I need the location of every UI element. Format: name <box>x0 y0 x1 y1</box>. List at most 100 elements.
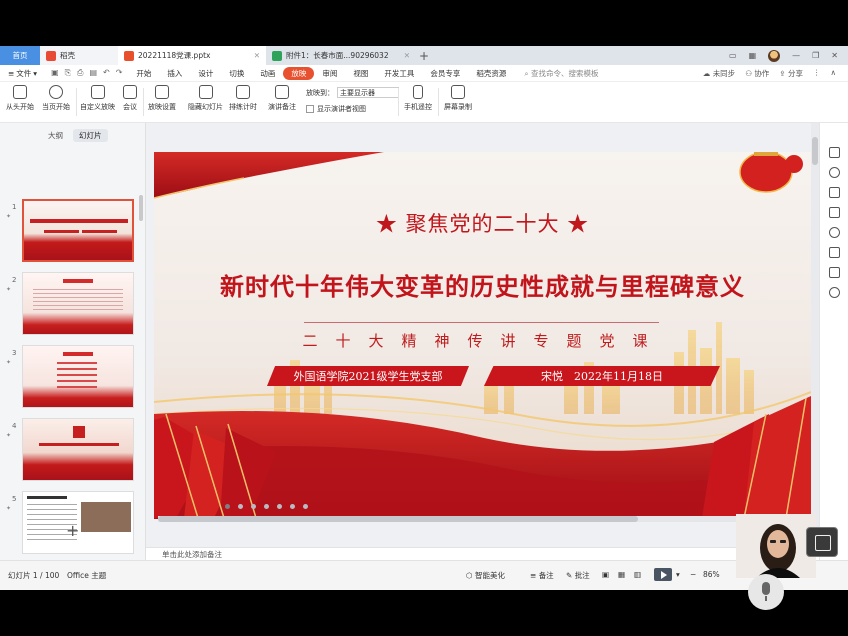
slide-1[interactable]: ★ 聚焦党的二十大 ★ 新时代十年伟大变革的历史性成就与里程碑意义 二十大精神传… <box>154 152 811 519</box>
more-icon[interactable]: ⋮ <box>813 68 821 79</box>
slide-thumbnail-row[interactable]: 2 ✦ <box>0 272 146 338</box>
help-icon[interactable] <box>829 227 840 238</box>
location-icon[interactable] <box>829 287 840 298</box>
notes-field[interactable]: 单击此处添加备注 <box>146 547 819 560</box>
menu-view[interactable]: 视图 <box>345 68 376 79</box>
close-window-icon[interactable]: ✕ <box>831 51 838 60</box>
close-tab-icon[interactable]: ✕ <box>254 51 260 60</box>
pager-dot[interactable] <box>251 504 256 509</box>
adjust-icon[interactable] <box>829 147 840 158</box>
tab-home[interactable]: 首页 <box>0 46 40 65</box>
slideshow-settings-button[interactable]: 放映设置 <box>148 85 176 112</box>
file-menu[interactable]: ≡ 文件 ▾ <box>0 68 45 79</box>
display-dropdown[interactable]: 主要显示器 <box>337 87 399 98</box>
export-icon[interactable]: ⎘ <box>65 68 71 78</box>
slide-thumbnail-row[interactable]: 4 ✦ <box>0 418 146 484</box>
banner-left[interactable]: 外国语学院2021级学生党支部 <box>267 366 469 386</box>
maximize-icon[interactable]: ❐ <box>812 51 819 60</box>
command-search[interactable]: ⌕ 查找命令、搜索模板 <box>524 68 598 79</box>
shape-icon[interactable] <box>829 167 840 178</box>
notes-toggle[interactable]: ≡ 备注 <box>530 570 554 581</box>
avatar[interactable] <box>768 49 781 62</box>
menu-review[interactable]: 审阅 <box>314 68 345 79</box>
tab-outline[interactable]: 大纲 <box>42 129 69 142</box>
phone-remote-button[interactable]: 手机遥控 <box>404 85 432 112</box>
slide-main-title[interactable]: 新时代十年伟大变革的历史性成就与里程碑意义 <box>154 267 811 302</box>
slide-thumbnail-row[interactable]: 3 ✦ <box>0 345 146 411</box>
menu-slideshow[interactable]: 放映 <box>283 66 315 80</box>
print-icon[interactable]: ⎙ <box>77 68 83 78</box>
tab-pptx[interactable]: 20221118党课.pptx ✕ <box>118 46 266 65</box>
menu-insert[interactable]: 插入 <box>159 68 190 79</box>
scrollbar-thumb[interactable] <box>158 516 638 522</box>
cloud-doc-icon[interactable] <box>829 267 840 278</box>
pager-dot[interactable] <box>264 504 269 509</box>
vertical-scrollbar[interactable] <box>811 123 819 547</box>
play-slideshow-button[interactable] <box>654 568 672 581</box>
menu-developer[interactable]: 开发工具 <box>376 68 422 79</box>
slide-thumbnail[interactable] <box>22 199 134 262</box>
presenter-view-checkbox[interactable] <box>306 105 314 113</box>
tab-attachment[interactable]: 附件1：长春市面...90296032 ✕ <box>266 46 416 65</box>
horizontal-scrollbar[interactable] <box>158 516 810 522</box>
sorter-view-icon[interactable]: ▦ <box>618 570 625 579</box>
scrollbar-thumb[interactable] <box>812 137 818 165</box>
banner-right[interactable]: 宋悦 2022年11月18日 <box>484 366 720 386</box>
collapse-ribbon-icon[interactable]: ∧ <box>831 68 837 79</box>
pager-dot[interactable] <box>238 504 243 509</box>
share-button[interactable]: ⇪ 分享 <box>779 68 803 79</box>
save-icon[interactable]: ▣ <box>51 68 59 78</box>
speaker-notes-button[interactable]: 演讲备注 <box>268 85 296 112</box>
menu-member[interactable]: 会员专享 <box>422 68 468 79</box>
from-current-button[interactable]: 当页开始 <box>42 85 70 112</box>
slide-subtitle[interactable]: 二十大精神传讲专题党课 <box>254 330 714 351</box>
normal-view-icon[interactable]: ▣ <box>602 570 609 579</box>
sync-status[interactable]: ☁ 未同步 <box>703 68 735 79</box>
microphone-button[interactable] <box>748 574 784 610</box>
menu-transition[interactable]: 切换 <box>221 68 252 79</box>
presenter-view-toggle[interactable]: 显示演讲者视图 <box>306 104 366 114</box>
tab-docer[interactable]: 稻壳 <box>40 46 118 65</box>
new-tab-button[interactable]: + <box>416 49 432 63</box>
layout-icon[interactable]: ▭ <box>729 51 737 60</box>
add-slide-button[interactable]: + <box>66 521 79 540</box>
image-icon[interactable] <box>829 247 840 258</box>
redo-icon[interactable]: ↷ <box>116 68 123 78</box>
thumbnail-scrollbar[interactable] <box>139 195 143 221</box>
pager-dot[interactable] <box>277 504 282 509</box>
close-tab-icon[interactable]: ✕ <box>404 51 410 60</box>
screen-record-button[interactable]: 屏幕录制 <box>444 85 472 112</box>
zoom-out-icon[interactable]: − <box>690 570 696 579</box>
preview-icon[interactable]: ▤ <box>89 68 97 78</box>
copy-style-icon[interactable] <box>829 187 840 198</box>
meeting-button[interactable]: 会议 <box>123 85 137 112</box>
menu-design[interactable]: 设计 <box>190 68 221 79</box>
custom-show-button[interactable]: 自定义放映 <box>80 85 115 112</box>
minimize-icon[interactable]: — <box>792 51 800 60</box>
beautify-button[interactable]: ⬡ 智能美化 <box>466 570 505 581</box>
zoom-level[interactable]: 86% <box>703 570 720 579</box>
pin-icon[interactable] <box>829 207 840 218</box>
tab-slides[interactable]: 幻灯片 <box>73 129 108 142</box>
undo-icon[interactable]: ↶ <box>103 68 110 78</box>
slide-thumbnail-row[interactable]: 1 ✦ <box>0 199 146 265</box>
pager-dot[interactable] <box>290 504 295 509</box>
chevron-down-icon[interactable]: ▾ <box>676 570 680 579</box>
hide-slide-button[interactable]: 隐藏幻灯片 <box>188 85 223 112</box>
slide-thumbnail[interactable] <box>22 345 134 408</box>
pager-dot[interactable] <box>225 504 230 509</box>
menu-docer-resources[interactable]: 稻壳资源 <box>468 68 514 79</box>
slide-thumbnail[interactable] <box>22 272 134 335</box>
reading-view-icon[interactable]: ▥ <box>634 570 641 579</box>
menu-animation[interactable]: 动画 <box>252 68 283 79</box>
grid-icon[interactable]: ▦ <box>749 51 757 60</box>
slide-kicker-title[interactable]: ★ 聚焦党的二十大 ★ <box>154 208 811 238</box>
expand-video-button[interactable] <box>806 527 838 557</box>
pager-dot[interactable] <box>303 504 308 509</box>
collaborate-button[interactable]: ⚇ 协作 <box>745 68 769 79</box>
comments-toggle[interactable]: ✎ 批注 <box>566 570 590 581</box>
from-beginning-button[interactable]: 从头开始 <box>6 85 34 112</box>
slide-thumbnail[interactable] <box>22 418 134 481</box>
rehearse-timing-button[interactable]: 排练计时 <box>229 85 257 112</box>
menu-start[interactable]: 开始 <box>128 68 159 79</box>
